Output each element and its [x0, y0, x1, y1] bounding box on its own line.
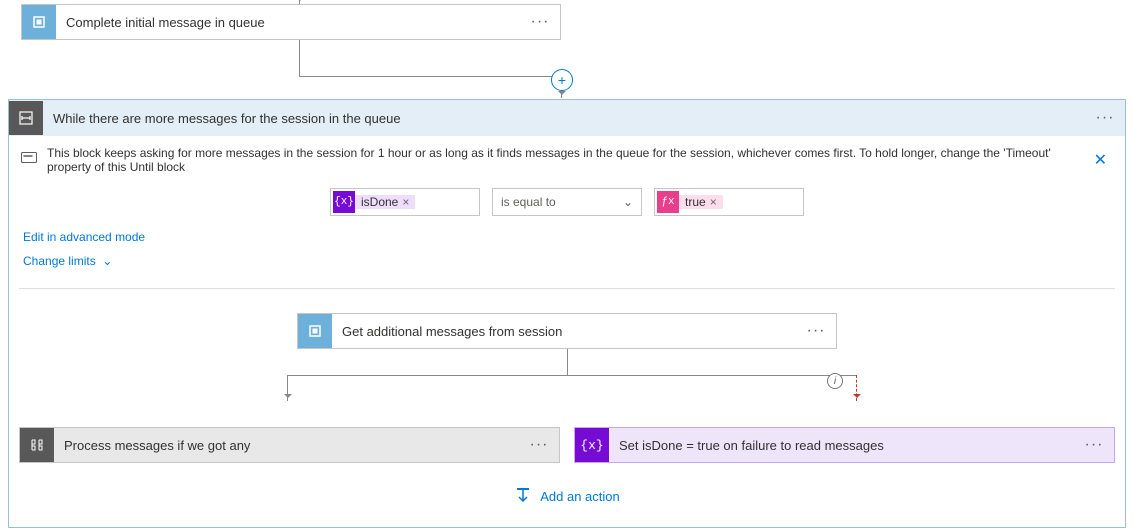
remove-token-icon[interactable]: × [398, 195, 409, 209]
connector-line [567, 349, 568, 375]
add-action-button[interactable]: Add an action [19, 463, 1115, 509]
add-action-label: Add an action [540, 489, 620, 504]
step-title: Process messages if we got any [54, 438, 519, 453]
step-title: Get additional messages from session [332, 324, 796, 339]
ellipsis-icon[interactable]: ··· [1074, 436, 1114, 454]
connector-line-h [299, 76, 561, 77]
service-bus-icon [22, 5, 56, 39]
loop-body: Get additional messages from session ···… [9, 289, 1125, 527]
branch-row: Process messages if we got any ··· {x} S… [19, 427, 1115, 463]
operator-label: is equal to [501, 195, 556, 209]
variable-icon: {x} [575, 428, 609, 462]
comment-icon [21, 152, 37, 169]
connector-arm-left [287, 375, 288, 401]
connector-arm-right-failure [856, 375, 857, 401]
condition-operator-select[interactable]: is equal to ⌄ [492, 188, 642, 216]
edit-advanced-mode-link[interactable]: Edit in advanced mode [23, 230, 145, 244]
loop-links: Edit in advanced mode Change limits ⌄ [9, 224, 1125, 288]
info-icon[interactable]: i [827, 373, 843, 389]
info-message: This block keeps asking for more message… [47, 146, 1078, 174]
step-title: Set isDone = true on failure to read mes… [609, 438, 1074, 453]
variable-token: {x} isDone× [333, 191, 415, 213]
step-process-messages[interactable]: Process messages if we got any ··· [19, 427, 560, 463]
connector-line [299, 40, 300, 76]
until-loop-container: While there are more messages for the se… [8, 99, 1126, 528]
condition-right-operand[interactable]: ƒx true× [654, 188, 804, 216]
expression-token: ƒx true× [657, 191, 723, 213]
loop-title: While there are more messages for the se… [43, 111, 1085, 126]
condition-row: {x} isDone× is equal to ⌄ ƒx true× [9, 184, 1125, 224]
ellipsis-icon[interactable]: ··· [519, 436, 559, 454]
step-complete-initial-message[interactable]: Complete initial message in queue ··· [21, 4, 561, 40]
loop-icon [9, 101, 43, 135]
ellipsis-icon[interactable]: ··· [520, 13, 560, 31]
add-action-icon [514, 487, 532, 505]
condition-icon [20, 428, 54, 462]
token-label: true [685, 195, 706, 209]
chevron-down-icon: ⌄ [623, 195, 633, 209]
condition-left-operand[interactable]: {x} isDone× [330, 188, 480, 216]
info-bar: This block keeps asking for more message… [9, 136, 1125, 184]
loop-header[interactable]: While there are more messages for the se… [9, 100, 1125, 136]
step-set-isdone-on-failure[interactable]: {x} Set isDone = true on failure to read… [574, 427, 1115, 463]
close-icon[interactable]: ✕ [1088, 150, 1113, 170]
connector-h-arm [287, 375, 857, 376]
fx-icon: ƒx [657, 191, 679, 213]
step-title: Complete initial message in queue [56, 15, 520, 30]
change-limits-link[interactable]: Change limits ⌄ [23, 254, 112, 268]
add-step-button[interactable]: + [551, 69, 573, 91]
remove-token-icon[interactable]: × [706, 195, 717, 209]
variable-icon: {x} [333, 191, 355, 213]
step-get-additional-messages[interactable]: Get additional messages from session ··· [297, 313, 837, 349]
service-bus-icon [298, 314, 332, 348]
token-label: isDone [361, 195, 398, 209]
ellipsis-icon[interactable]: ··· [1085, 109, 1125, 127]
ellipsis-icon[interactable]: ··· [796, 322, 836, 340]
